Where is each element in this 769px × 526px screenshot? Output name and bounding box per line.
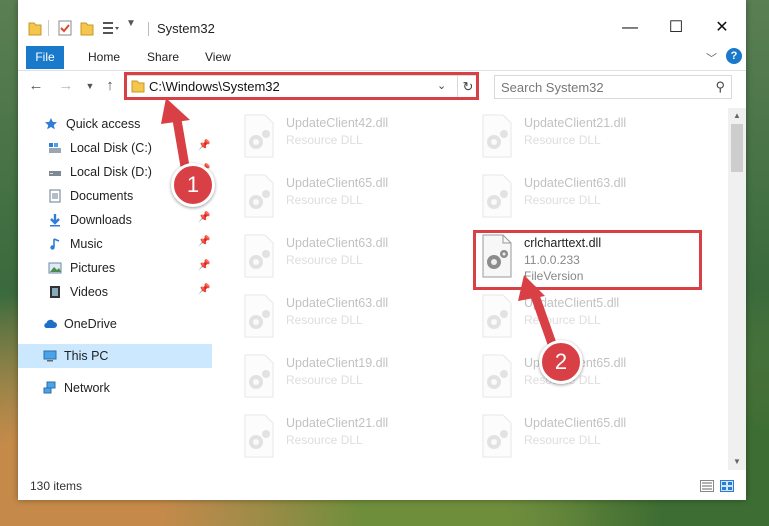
callout-badge-2: 2 <box>539 340 583 384</box>
callout-badge-1: 1 <box>171 163 215 207</box>
callout-arrowhead-1 <box>161 98 190 124</box>
callout-arrowhead-2 <box>518 275 545 301</box>
callout-arrows <box>161 98 561 360</box>
